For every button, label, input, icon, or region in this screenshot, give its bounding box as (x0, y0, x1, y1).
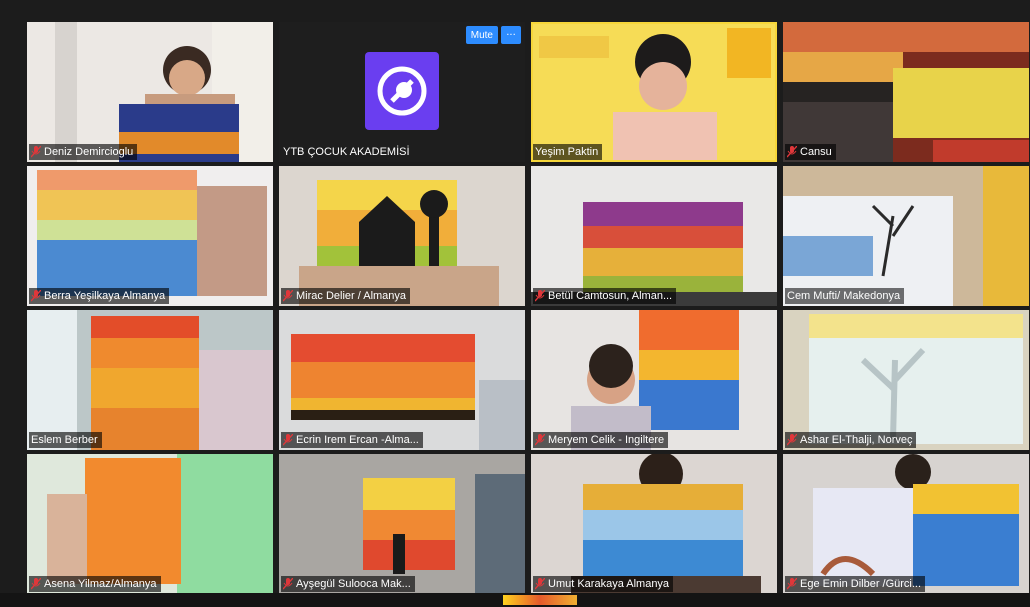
participant-name: Asena Yilmaz/Almanya (44, 578, 157, 590)
video-tile-12[interactable]: Ashar El-Thalji, Norveç (783, 310, 1029, 450)
participant-name: Umut Karakaya Almanya (548, 578, 670, 590)
self-view-thumbnail[interactable] (503, 595, 577, 605)
video-tile-8[interactable]: Cem Mufti/ Makedonya (783, 166, 1029, 306)
microphone-muted-icon (535, 578, 545, 590)
participant-video (783, 310, 1029, 450)
participant-name-tag: Ayşegül Sulooca Mak... (281, 576, 415, 592)
video-tile-1[interactable]: Deniz Demircioglu (27, 22, 273, 162)
bottom-strip (0, 593, 1030, 607)
video-tile-16[interactable]: Ege Emin Dilber /Gürci... (783, 454, 1029, 594)
participant-name-tag: Berra Yeşilkaya Almanya (29, 288, 170, 304)
participant-name: YTB ÇOCUK AKADEMİSİ (283, 146, 410, 158)
mute-button[interactable]: Mute (465, 26, 498, 44)
video-tile-11[interactable]: Meryem Celik - Ingiltere (531, 310, 777, 450)
participant-name-tag: Asena Yilmaz/Almanya (29, 576, 161, 592)
microphone-muted-icon (31, 146, 41, 158)
participant-video (279, 310, 525, 450)
video-tile-3-active-speaker[interactable]: Yeşim Paktin (531, 22, 777, 162)
microphone-muted-icon (31, 290, 41, 302)
participant-video (783, 166, 1029, 306)
video-grid: Deniz Demircioglu Mute ··· YTB ÇOCUK AKA… (27, 22, 1030, 594)
participant-name-tag: Deniz Demircioglu (29, 144, 138, 160)
participant-name: Eslem Berber (31, 434, 98, 446)
microphone-muted-icon (787, 146, 797, 158)
participant-video (531, 166, 777, 306)
participant-video (27, 310, 273, 450)
video-tile-15[interactable]: Umut Karakaya Almanya (531, 454, 777, 594)
participant-name: Cem Mufti/ Makedonya (787, 290, 901, 302)
participant-name-tag: Cem Mufti/ Makedonya (785, 288, 905, 304)
microphone-muted-icon (535, 290, 545, 302)
participant-video (279, 166, 525, 306)
microphone-muted-icon (787, 434, 797, 446)
participant-name-tag: Ecrin Irem Ercan -Alma... (281, 432, 423, 448)
microphone-muted-icon (787, 578, 797, 590)
participant-name-tag: Ashar El-Thalji, Norveç (785, 432, 917, 448)
participant-video (531, 454, 777, 594)
microphone-muted-icon (31, 578, 41, 590)
video-tile-2[interactable]: Mute ··· YTB ÇOCUK AKADEMİSİ (279, 22, 525, 162)
video-tile-4[interactable]: Cansu (783, 22, 1029, 162)
participant-name: Ashar El-Thalji, Norveç (800, 434, 913, 446)
microphone-muted-icon (283, 290, 293, 302)
participant-video (531, 22, 777, 162)
participant-name-tag: Betül Camtosun, Alman... (533, 288, 677, 304)
participant-name: Meryem Celik - Ingiltere (548, 434, 665, 446)
video-tile-13[interactable]: Asena Yilmaz/Almanya (27, 454, 273, 594)
participant-name-tag: YTB ÇOCUK AKADEMİSİ (281, 144, 414, 160)
ytb-logo-icon (365, 52, 439, 130)
participant-name-tag: Mirac Delier / Almanya (281, 288, 411, 304)
participant-name-tag: Meryem Celik - Ingiltere (533, 432, 669, 448)
participant-video (783, 22, 1029, 162)
video-tile-5[interactable]: Berra Yeşilkaya Almanya (27, 166, 273, 306)
microphone-muted-icon (283, 434, 293, 446)
microphone-muted-icon (535, 434, 545, 446)
zoom-gallery-view: Deniz Demircioglu Mute ··· YTB ÇOCUK AKA… (0, 0, 1030, 607)
participant-name-tag: Umut Karakaya Almanya (533, 576, 674, 592)
participant-video (783, 454, 1029, 594)
more-options-icon[interactable]: ··· (501, 26, 521, 44)
participant-name: Yeşim Paktin (535, 146, 599, 158)
participant-name-tag: Ege Emin Dilber /Gürci... (785, 576, 926, 592)
tile-controls: Mute ··· (465, 26, 521, 44)
participant-name-tag: Eslem Berber (29, 432, 102, 448)
participant-name: Ege Emin Dilber /Gürci... (800, 578, 922, 590)
video-tile-10[interactable]: Ecrin Irem Ercan -Alma... (279, 310, 525, 450)
participant-video (27, 166, 273, 306)
participant-name: Mirac Delier / Almanya (296, 290, 407, 302)
video-tile-6[interactable]: Mirac Delier / Almanya (279, 166, 525, 306)
microphone-muted-icon (283, 578, 293, 590)
participant-name: Ayşegül Sulooca Mak... (296, 578, 411, 590)
participant-name-tag: Yeşim Paktin (533, 144, 603, 160)
participant-name: Deniz Demircioglu (44, 146, 134, 158)
video-tile-14[interactable]: Ayşegül Sulooca Mak... (279, 454, 525, 594)
participant-name: Betül Camtosun, Alman... (548, 290, 673, 302)
video-tile-9[interactable]: Eslem Berber (27, 310, 273, 450)
participant-video (27, 454, 273, 594)
video-tile-7[interactable]: Betül Camtosun, Alman... (531, 166, 777, 306)
participant-video (531, 310, 777, 450)
participant-video (27, 22, 273, 162)
participant-name-tag: Cansu (785, 144, 836, 160)
participant-name: Berra Yeşilkaya Almanya (44, 290, 166, 302)
participant-video (279, 454, 525, 594)
participant-name: Cansu (800, 146, 832, 158)
participant-name: Ecrin Irem Ercan -Alma... (296, 434, 419, 446)
